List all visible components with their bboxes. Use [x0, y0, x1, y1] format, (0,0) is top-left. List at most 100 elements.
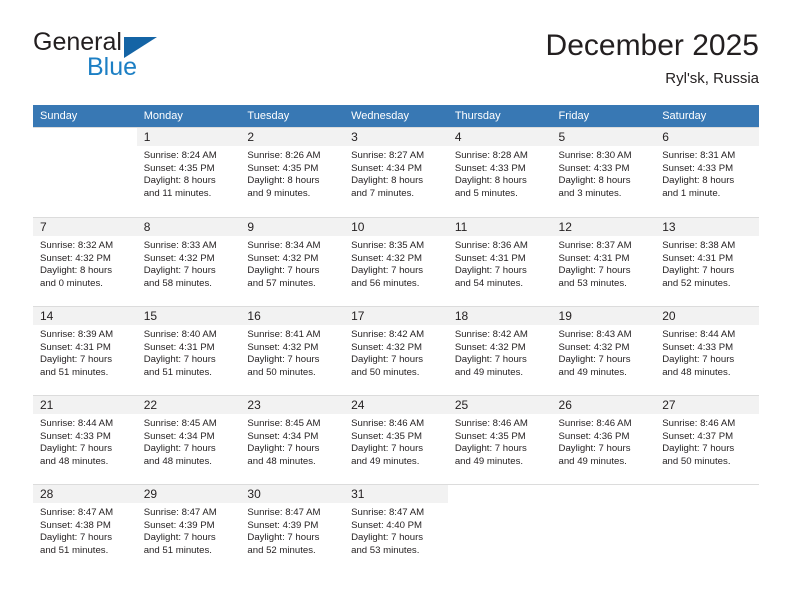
- day-details: Sunrise: 8:33 AM Sunset: 4:32 PM Daylight:…: [137, 236, 241, 290]
- day-cell[interactable]: 27 Sunrise: 8:46 AM Sunset: 4:37 PM Dayligh…: [655, 395, 759, 484]
- calendar-cell-day: 23 Sunrise: 8:45 AM Sunset: 4:34 PM Dayligh…: [240, 395, 345, 484]
- daylight-text-line2: and 50 minutes.: [662, 455, 731, 467]
- day-cell[interactable]: 2 Sunrise: 8:26 AM Sunset: 4:35 PM Daylight…: [240, 127, 345, 216]
- day-cell[interactable]: 17 Sunrise: 8:42 AM Sunset: 4:32 PM Dayligh…: [344, 306, 448, 395]
- sunset-text: Sunset: 4:32 PM: [247, 252, 319, 264]
- daylight-text-line2: and 48 minutes.: [40, 455, 109, 467]
- day-cell[interactable]: 6 Sunrise: 8:31 AM Sunset: 4:33 PM Daylight…: [655, 127, 759, 216]
- sunset-text: Sunset: 4:35 PM: [143, 162, 215, 174]
- daylight-text-line2: and 49 minutes.: [558, 366, 627, 378]
- day-details: Sunrise: 8:32 AM Sunset: 4:32 PM Daylight:…: [33, 236, 137, 290]
- brand-logo[interactable]: General Blue: [33, 28, 293, 90]
- day-cell[interactable]: 3 Sunrise: 8:27 AM Sunset: 4:34 PM Daylight…: [344, 127, 448, 216]
- calendar-cell-day: 10 Sunrise: 8:35 AM Sunset: 4:32 PM Dayligh…: [344, 217, 448, 306]
- day-cell[interactable]: 24 Sunrise: 8:46 AM Sunset: 4:35 PM Dayligh…: [344, 395, 448, 484]
- day-cell[interactable]: 29 Sunrise: 8:47 AM Sunset: 4:39 PM Dayligh…: [136, 484, 241, 573]
- day-cell[interactable]: 1 Sunrise: 8:24 AM Sunset: 4:35 PM Daylight…: [136, 127, 241, 216]
- day-cell[interactable]: 9 Sunrise: 8:34 AM Sunset: 4:32 PM Daylight…: [240, 217, 345, 306]
- day-number: 23: [240, 396, 345, 414]
- daylight-text-line1: Daylight: 7 hours: [454, 354, 527, 366]
- day-details: Sunrise: 8:41 AM Sunset: 4:32 PM Daylight:…: [240, 325, 344, 379]
- calendar-week-row: 28 Sunrise: 8:47 AM Sunset: 4:38 PM Dayligh…: [33, 484, 759, 574]
- day-cell[interactable]: 15 Sunrise: 8:40 AM Sunset: 4:31 PM Dayligh…: [136, 306, 241, 395]
- weekday-header-wednesday: Wednesday: [344, 105, 448, 127]
- day-cell[interactable]: 26 Sunrise: 8:46 AM Sunset: 4:36 PM Dayligh…: [551, 395, 656, 484]
- daylight-text-line1: Daylight: 7 hours: [143, 265, 216, 277]
- day-number: 31: [344, 485, 448, 503]
- sunrise-text: Sunrise: 8:41 AM: [247, 329, 321, 340]
- day-number: 10: [344, 218, 448, 236]
- calendar-week-row: 7 Sunrise: 8:32 AM Sunset: 4:32 PM Daylight…: [33, 217, 759, 306]
- day-number: 13: [655, 218, 759, 236]
- day-cell[interactable]: 8 Sunrise: 8:33 AM Sunset: 4:32 PM Daylight…: [136, 217, 241, 306]
- sunset-text: Sunset: 4:31 PM: [558, 252, 630, 264]
- day-cell[interactable]: 20 Sunrise: 8:44 AM Sunset: 4:33 PM Dayligh…: [655, 306, 759, 395]
- daylight-text-line2: and 57 minutes.: [247, 277, 316, 289]
- day-details: Sunrise: 8:30 AM Sunset: 4:33 PM Daylight:…: [552, 146, 656, 200]
- daylight-text-line2: and 51 minutes.: [143, 544, 212, 556]
- day-details: Sunrise: 8:44 AM Sunset: 4:33 PM Daylight:…: [33, 414, 137, 468]
- day-cell[interactable]: 14 Sunrise: 8:39 AM Sunset: 4:31 PM Dayligh…: [33, 306, 137, 395]
- day-number: 29: [136, 485, 241, 503]
- daylight-text-line1: Daylight: 7 hours: [247, 443, 320, 455]
- day-cell[interactable]: 21 Sunrise: 8:44 AM Sunset: 4:33 PM Dayligh…: [33, 395, 137, 484]
- day-cell[interactable]: 19 Sunrise: 8:43 AM Sunset: 4:32 PM Dayligh…: [551, 306, 656, 395]
- day-cell[interactable]: 16 Sunrise: 8:41 AM Sunset: 4:32 PM Dayligh…: [240, 306, 345, 395]
- sunrise-text: Sunrise: 8:32 AM: [40, 240, 114, 251]
- day-cell[interactable]: 28 Sunrise: 8:47 AM Sunset: 4:38 PM Dayligh…: [33, 484, 137, 573]
- day-cell[interactable]: 4 Sunrise: 8:28 AM Sunset: 4:33 PM Daylight…: [447, 127, 552, 216]
- calendar-cell-day: 19 Sunrise: 8:43 AM Sunset: 4:32 PM Dayligh…: [551, 306, 656, 395]
- day-cell[interactable]: 5 Sunrise: 8:30 AM Sunset: 4:33 PM Daylight…: [551, 127, 656, 216]
- page-subtitle-location: Ryl'sk, Russia: [665, 70, 759, 87]
- day-cell[interactable]: 23 Sunrise: 8:45 AM Sunset: 4:34 PM Dayligh…: [240, 395, 345, 484]
- day-cell[interactable]: 12 Sunrise: 8:37 AM Sunset: 4:31 PM Dayligh…: [551, 217, 656, 306]
- sunrise-text: Sunrise: 8:31 AM: [662, 150, 736, 161]
- daylight-text-line1: Daylight: 7 hours: [247, 354, 320, 366]
- calendar-cell-day: 2 Sunrise: 8:26 AM Sunset: 4:35 PM Daylight…: [240, 127, 345, 217]
- brand-name-general: General: [33, 28, 122, 56]
- day-cell[interactable]: 11 Sunrise: 8:36 AM Sunset: 4:31 PM Dayligh…: [447, 217, 552, 306]
- sunrise-text: Sunrise: 8:38 AM: [662, 240, 736, 251]
- calendar-cell-day: 9 Sunrise: 8:34 AM Sunset: 4:32 PM Daylight…: [240, 217, 345, 306]
- sunrise-text: Sunrise: 8:42 AM: [351, 329, 425, 340]
- sunset-text: Sunset: 4:31 PM: [40, 341, 111, 353]
- day-cell[interactable]: 18 Sunrise: 8:42 AM Sunset: 4:32 PM Dayligh…: [447, 306, 552, 395]
- day-details: Sunrise: 8:31 AM Sunset: 4:33 PM Daylight:…: [655, 146, 759, 200]
- day-number: 21: [33, 396, 137, 414]
- daylight-text-line1: Daylight: 7 hours: [247, 265, 320, 277]
- calendar-cell-day: 26 Sunrise: 8:46 AM Sunset: 4:36 PM Dayligh…: [551, 395, 656, 484]
- weekday-header-tuesday: Tuesday: [240, 105, 345, 127]
- day-details: Sunrise: 8:24 AM Sunset: 4:35 PM Daylight:…: [137, 146, 241, 200]
- daylight-text-line1: Daylight: 7 hours: [40, 532, 112, 544]
- day-number: 16: [240, 307, 345, 325]
- day-number: 15: [136, 307, 241, 325]
- sunset-text: Sunset: 4:32 PM: [40, 252, 111, 264]
- daylight-text-line1: Daylight: 7 hours: [558, 354, 631, 366]
- empty-day-cell: [655, 484, 759, 574]
- day-cell[interactable]: 30 Sunrise: 8:47 AM Sunset: 4:39 PM Dayligh…: [240, 484, 345, 573]
- day-cell[interactable]: 25 Sunrise: 8:46 AM Sunset: 4:35 PM Dayligh…: [447, 395, 552, 484]
- daylight-text-line2: and 49 minutes.: [454, 455, 524, 467]
- calendar-cell-day: 20 Sunrise: 8:44 AM Sunset: 4:33 PM Dayligh…: [655, 306, 759, 395]
- sunrise-text: Sunrise: 8:46 AM: [351, 418, 425, 429]
- daylight-text-line1: Daylight: 7 hours: [662, 265, 735, 277]
- daylight-text-line2: and 51 minutes.: [143, 366, 212, 378]
- daylight-text-line2: and 56 minutes.: [351, 277, 420, 289]
- day-number: 2: [240, 128, 345, 146]
- sunrise-text: Sunrise: 8:30 AM: [558, 150, 632, 161]
- daylight-text-line2: and 50 minutes.: [351, 366, 420, 378]
- calendar-cell-day: 1 Sunrise: 8:24 AM Sunset: 4:35 PM Daylight…: [136, 127, 241, 217]
- day-cell[interactable]: 10 Sunrise: 8:35 AM Sunset: 4:32 PM Dayligh…: [344, 217, 448, 306]
- day-cell[interactable]: 13 Sunrise: 8:38 AM Sunset: 4:31 PM Dayligh…: [655, 217, 759, 306]
- day-details: Sunrise: 8:39 AM Sunset: 4:31 PM Daylight:…: [33, 325, 137, 379]
- calendar-grid: Sunday Monday Tuesday Wednesday Thursday…: [33, 105, 759, 574]
- daylight-text-line1: Daylight: 7 hours: [454, 265, 527, 277]
- sunrise-text: Sunrise: 8:42 AM: [454, 329, 528, 340]
- sunset-text: Sunset: 4:33 PM: [662, 341, 734, 353]
- day-cell[interactable]: 31 Sunrise: 8:47 AM Sunset: 4:40 PM Dayligh…: [344, 484, 448, 573]
- sunrise-text: Sunrise: 8:24 AM: [143, 150, 217, 161]
- day-cell[interactable]: 22 Sunrise: 8:45 AM Sunset: 4:34 PM Dayligh…: [136, 395, 241, 484]
- day-cell[interactable]: 7 Sunrise: 8:32 AM Sunset: 4:32 PM Daylight…: [33, 217, 137, 306]
- day-number: 3: [344, 128, 448, 146]
- sunrise-text: Sunrise: 8:46 AM: [558, 418, 632, 429]
